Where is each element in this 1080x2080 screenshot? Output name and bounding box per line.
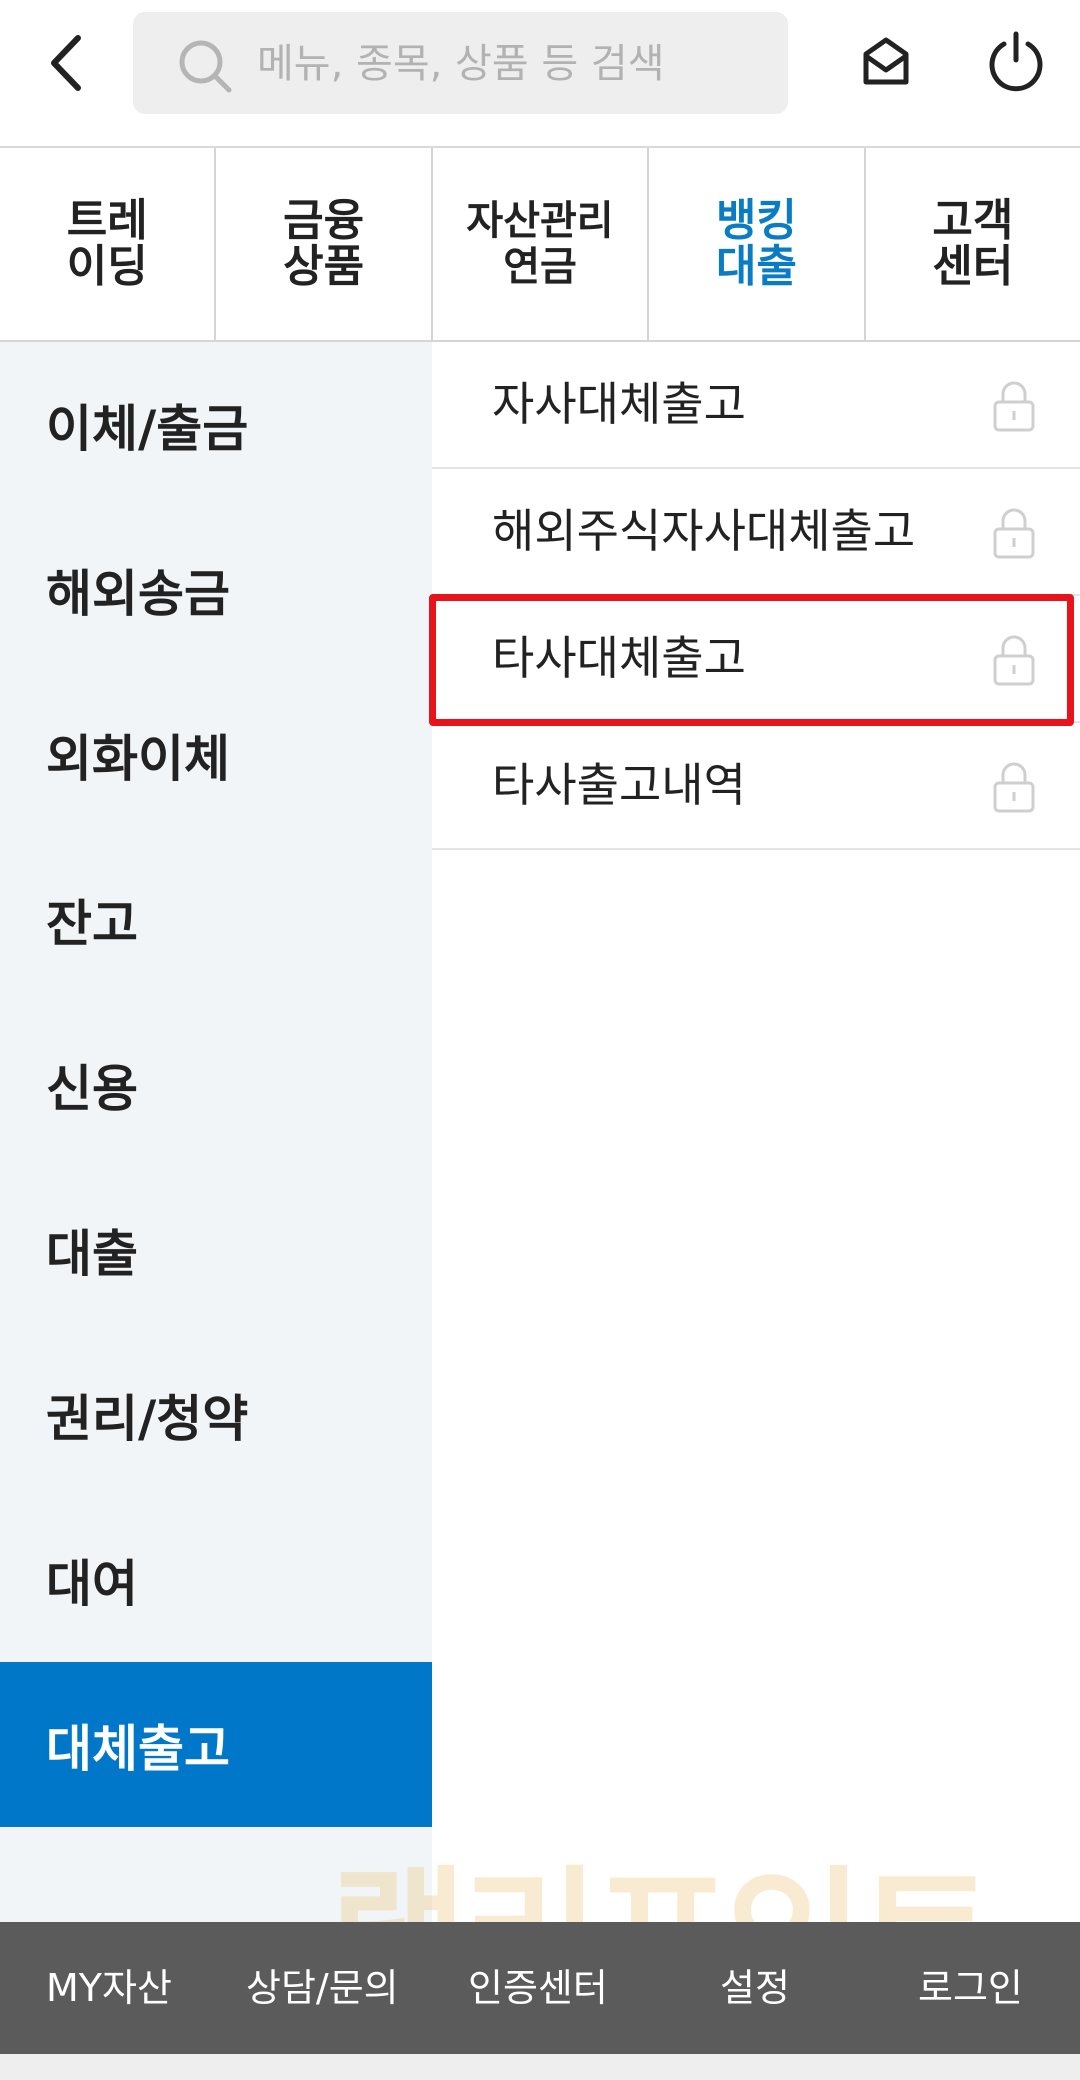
bottom-bar: MY자산 상담/문의 인증센터 설정 로그인 — [0, 1922, 1080, 2054]
bottom-item-certificate-center[interactable]: 인증센터 — [468, 1922, 608, 2054]
left-menu-item-credit[interactable]: 신용 — [0, 1002, 432, 1167]
bottom-item-consultation[interactable]: 상담/문의 — [246, 1922, 399, 2054]
mail-button[interactable] — [856, 32, 916, 92]
tab-banking-loan[interactable]: 뱅킹 대출 — [649, 148, 866, 340]
mail-icon — [863, 37, 909, 85]
tab-asset-pension[interactable]: 자산관리 연금 — [433, 148, 650, 340]
category-tabs: 트레 이딩 금융 상품 자산관리 연금 뱅킹 대출 고객 센터 — [0, 148, 1080, 342]
footer-strip — [0, 2054, 1080, 2080]
bottom-item-login[interactable]: 로그인 — [918, 1922, 1023, 2054]
submenu-item-label: 자사대체출고 — [492, 377, 746, 431]
tab-customer-center[interactable]: 고객 센터 — [866, 148, 1080, 340]
search-bar[interactable] — [133, 12, 788, 116]
power-icon — [989, 31, 1043, 92]
left-menu-item-loan[interactable]: 대출 — [0, 1167, 432, 1332]
left-menu-item-lending[interactable]: 대여 — [0, 1497, 432, 1662]
search-input[interactable] — [255, 12, 769, 116]
left-menu-item-overseas-remittance[interactable]: 해외송금 — [0, 507, 432, 672]
left-menu-item-foreign-currency[interactable]: 외화이체 — [0, 672, 432, 837]
tab-financial-products[interactable]: 금융 상품 — [216, 148, 433, 340]
highlight-box — [429, 594, 1074, 726]
submenu-item-label: 타사출고내역 — [492, 758, 746, 812]
search-icon — [179, 40, 232, 93]
back-button[interactable] — [40, 30, 100, 96]
left-category-menu: 이체/출금 해외송금 외화이체 잔고 신용 대출 권리/청약 대여 대체출고 — [0, 342, 432, 1922]
submenu-item-overseas-own-transfer[interactable]: 해외주식자사대체출고 — [432, 469, 1080, 596]
left-menu-item-balance[interactable]: 잔고 — [0, 837, 432, 1002]
top-header — [0, 0, 1080, 148]
lock-icon — [993, 762, 1035, 813]
bottom-item-settings[interactable]: 설정 — [720, 1922, 790, 2054]
lock-icon — [993, 508, 1035, 559]
logout-power-button[interactable] — [986, 30, 1046, 94]
left-menu-item-transfer[interactable]: 이체/출금 — [0, 342, 432, 507]
tab-trading[interactable]: 트레 이딩 — [0, 148, 217, 340]
lock-icon — [993, 381, 1035, 432]
submenu-item-other-firm-history[interactable]: 타사출고내역 — [432, 723, 1080, 850]
left-menu-item-rights[interactable]: 권리/청약 — [0, 1332, 432, 1497]
submenu-item-label: 해외주식자사대체출고 — [492, 504, 916, 558]
back-icon — [51, 35, 81, 91]
submenu-item-own-transfer[interactable]: 자사대체출고 — [432, 342, 1080, 469]
bottom-item-my-assets[interactable]: MY자산 — [46, 1922, 172, 2054]
left-menu-item-transfer-out[interactable]: 대체출고 — [0, 1662, 432, 1827]
